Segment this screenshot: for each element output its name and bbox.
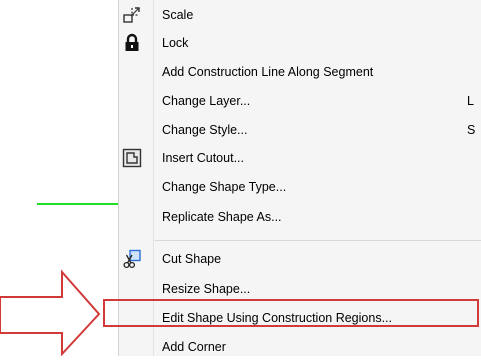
menu-separator bbox=[155, 240, 481, 241]
menu-item-insert-cutout[interactable]: Insert Cutout... bbox=[119, 144, 481, 172]
menu-item-label: Resize Shape... bbox=[162, 282, 251, 296]
menu-item-label: Change Shape Type... bbox=[162, 180, 287, 194]
menu-item-label: Change Layer... bbox=[162, 94, 251, 108]
menu-item-add-corner[interactable]: Add Corner bbox=[119, 333, 481, 361]
menu-item-label: Add Corner bbox=[162, 340, 226, 354]
menu-item-label: Add Construction Line Along Segment bbox=[162, 65, 374, 79]
menu-item-label: Cut Shape bbox=[162, 252, 222, 266]
callout-arrow-icon bbox=[0, 269, 101, 356]
insert-cutout-icon bbox=[122, 148, 142, 168]
menu-item-replicate-shape[interactable]: Replicate Shape As... bbox=[119, 203, 481, 231]
menu-item-change-shape-type[interactable]: Change Shape Type... bbox=[119, 173, 481, 201]
menu-item-change-style[interactable]: Change Style... S bbox=[119, 116, 481, 144]
menu-item-label: Insert Cutout... bbox=[162, 151, 244, 165]
cut-shape-icon bbox=[123, 249, 141, 269]
menu-item-label: Change Style... bbox=[162, 123, 248, 137]
menu-item-lock[interactable]: Lock bbox=[119, 29, 481, 57]
menu-item-cut-shape[interactable]: Cut Shape bbox=[119, 245, 481, 273]
menu-item-shortcut: L bbox=[467, 94, 474, 108]
scale-icon bbox=[123, 7, 140, 23]
menu-item-scale[interactable]: Scale bbox=[119, 1, 481, 29]
menu-item-add-construction-line[interactable]: Add Construction Line Along Segment bbox=[119, 58, 481, 86]
lock-icon bbox=[125, 33, 139, 51]
menu-item-shortcut: S bbox=[467, 123, 476, 137]
highlight-box bbox=[103, 299, 479, 327]
menu-item-label: Replicate Shape As... bbox=[162, 210, 282, 224]
menu-item-label: Scale bbox=[162, 8, 194, 22]
menu-item-change-layer[interactable]: Change Layer... L bbox=[119, 87, 481, 115]
menu-item-label: Lock bbox=[162, 36, 189, 50]
